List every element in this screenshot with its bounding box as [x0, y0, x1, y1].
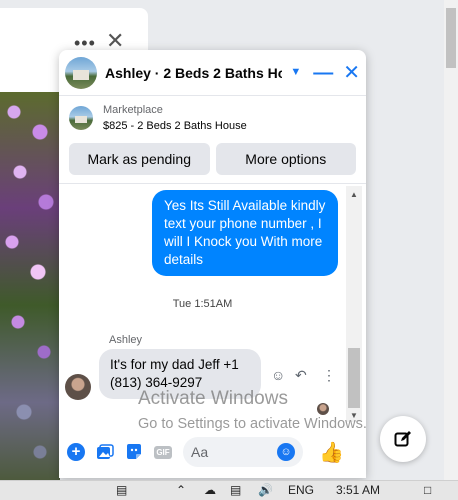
message-timestamp: Tue 1:51AM: [172, 298, 233, 310]
outgoing-message[interactable]: Yes Its Still Available kindly text your…: [152, 190, 338, 276]
more-options-button[interactable]: More options: [215, 143, 356, 175]
file-explorer-icon[interactable]: ▤: [116, 484, 127, 496]
more-vertical-icon[interactable]: ⋮: [322, 367, 336, 384]
gif-icon[interactable]: GIF: [152, 441, 174, 463]
like-icon[interactable]: 👍: [319, 440, 344, 465]
listing-thumbnail: [69, 106, 93, 130]
chat-title[interactable]: Ashley · 2 Beds 2 Baths Ho...: [105, 65, 282, 81]
close-icon[interactable]: ✕: [106, 30, 124, 52]
network-icon[interactable]: ▤: [230, 484, 241, 496]
activation-watermark-title: Activate Windows: [138, 388, 288, 409]
new-message-button[interactable]: [380, 416, 426, 462]
chat-scrollbar[interactable]: ▲ ▼: [346, 186, 362, 422]
scroll-up-icon[interactable]: ▲: [350, 190, 358, 199]
chat-scrollbar-thumb[interactable]: [348, 348, 360, 408]
background-photo: [0, 92, 60, 480]
page-scrollbar-thumb[interactable]: [446, 8, 456, 68]
sticker-icon[interactable]: [123, 441, 145, 463]
minimize-icon[interactable]: —: [313, 63, 333, 83]
listing-card[interactable]: Marketplace $825 - 2 Beds 2 Baths House: [59, 96, 366, 140]
onedrive-icon[interactable]: ☁: [204, 484, 216, 496]
chat-window: Ashley · 2 Beds 2 Baths Ho... ▼ — ✕ Mark…: [59, 50, 366, 478]
chevron-down-icon[interactable]: ▼: [290, 67, 301, 78]
close-chat-icon[interactable]: ✕: [343, 63, 360, 83]
emoji-icon[interactable]: ☺: [277, 443, 295, 461]
seen-avatar: [317, 403, 329, 415]
message-input-placeholder: Aa: [191, 444, 209, 460]
sender-name: Ashley: [109, 334, 143, 346]
chat-header: Ashley · 2 Beds 2 Baths Ho... ▼ — ✕: [59, 50, 366, 96]
show-hidden-icons-icon[interactable]: ⌃: [176, 484, 186, 496]
listing-title: $825 - 2 Beds 2 Baths House: [103, 120, 247, 132]
listing-actions: Mark as pending More options: [59, 140, 366, 184]
message-input[interactable]: Aa ☺: [183, 437, 303, 467]
notification-icon[interactable]: □: [424, 484, 431, 496]
reply-icon[interactable]: ↶: [295, 367, 307, 384]
mark-as-pending-button[interactable]: Mark as pending: [69, 143, 210, 175]
language-indicator[interactable]: ENG: [288, 484, 314, 496]
clock[interactable]: 3:51 AM: [336, 484, 380, 496]
image-icon[interactable]: [94, 441, 116, 463]
listing-label: Marketplace: [103, 104, 163, 116]
volume-icon[interactable]: 🔊: [258, 484, 273, 496]
plus-icon[interactable]: +: [65, 441, 87, 463]
compose-icon: [394, 431, 411, 447]
page-scrollbar[interactable]: [444, 0, 458, 480]
composer: + GIF Aa ☺ 👍: [59, 434, 366, 470]
emoji-reaction-icon[interactable]: ☺: [271, 367, 285, 383]
listing-avatar[interactable]: [65, 56, 97, 89]
message-list[interactable]: Yes Its Still Available kindly text your…: [59, 186, 366, 422]
taskbar: ▤ ⌃ ☁ ▤ 🔊 ENG 3:51 AM □: [0, 480, 458, 500]
avatar[interactable]: [65, 374, 91, 400]
activation-watermark-subtitle: Go to Settings to activate Windows.: [138, 416, 367, 432]
